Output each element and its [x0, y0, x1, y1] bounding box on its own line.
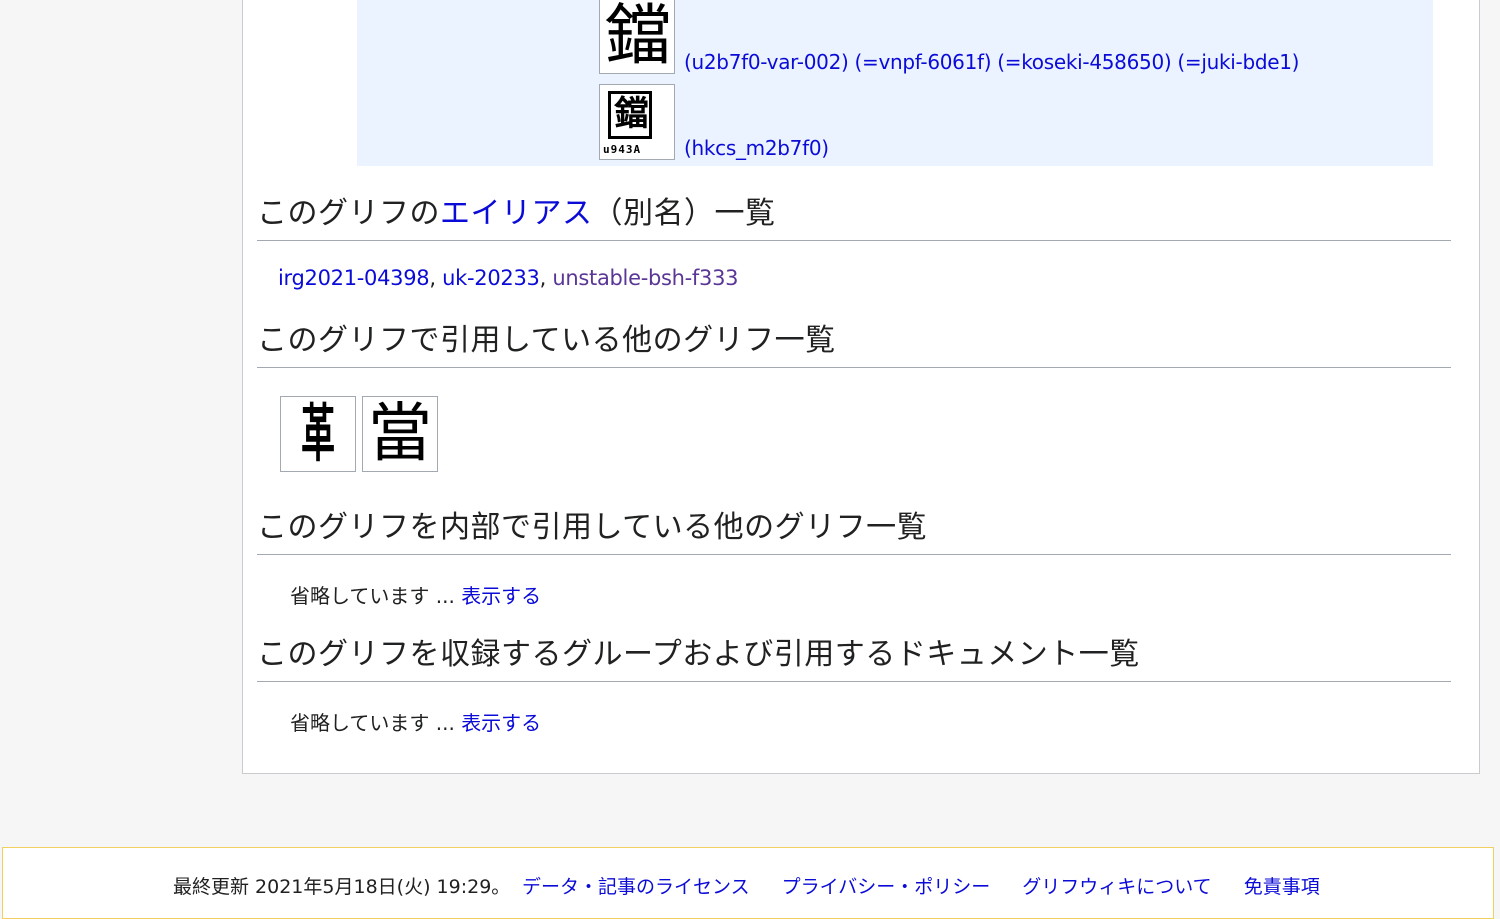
- last-modified: 最終更新 2021年5月18日(火) 19:29。: [173, 876, 511, 898]
- section-heading-alias: このグリフのエイリアス（別名）一覧: [257, 194, 1451, 241]
- variant-row: 鐺 (u2b7f0-var-002) (=vnpf-6061f) (=koseki-…: [599, 0, 1305, 74]
- referenced-glyph[interactable]: 當: [362, 396, 438, 472]
- variant-glyph-image[interactable]: 鐺 u943A: [599, 84, 675, 160]
- footer-link-license[interactable]: データ・記事のライセンス: [522, 872, 750, 899]
- alias-help-link[interactable]: エイリアス: [440, 196, 593, 231]
- variant-link[interactable]: (=koseki-458650): [997, 50, 1171, 74]
- referenced-glyph[interactable]: 革: [280, 396, 356, 472]
- section-heading-groups: このグリフを収録するグループおよび引用するドキュメント一覧: [257, 635, 1451, 682]
- omitted-notice: 省略しています ... 表示する: [290, 584, 542, 608]
- variant-links: (hkcs_m2b7f0): [684, 136, 835, 160]
- variant-glyph-image[interactable]: 鐺: [599, 0, 675, 74]
- section-heading-referenced-by: このグリフを内部で引用している他のグリフ一覧: [257, 508, 1451, 555]
- show-groups-link[interactable]: 表示する: [461, 711, 541, 735]
- footer: 最終更新 2021年5月18日(火) 19:29。 データ・記事のライセンス プ…: [2, 847, 1494, 919]
- footer-link-privacy[interactable]: プライバシー・ポリシー: [782, 872, 991, 899]
- variant-link[interactable]: (u2b7f0-var-002): [684, 50, 849, 74]
- show-referenced-by-link[interactable]: 表示する: [461, 584, 541, 608]
- section-heading-references: このグリフで引用している他のグリフ一覧: [257, 321, 1451, 368]
- variant-row: 鐺 u943A (hkcs_m2b7f0): [599, 84, 835, 160]
- alias-link[interactable]: uk-20233: [442, 266, 540, 290]
- footer-link-disclaimer[interactable]: 免責事項: [1244, 872, 1320, 899]
- content-area: 鐺 (u2b7f0-var-002) (=vnpf-6061f) (=koseki-…: [242, 0, 1480, 774]
- variant-links: (u2b7f0-var-002) (=vnpf-6061f) (=koseki-45…: [684, 50, 1305, 74]
- alias-list: irg2021-04398, uk-20233, unstable-bsh-f3…: [278, 266, 739, 290]
- alias-link[interactable]: unstable-bsh-f333: [552, 266, 738, 290]
- footer-links: データ・記事のライセンス プライバシー・ポリシー グリフウィキについて 免責事項: [522, 872, 1320, 899]
- referenced-glyph-list: 革 當: [280, 396, 438, 472]
- variant-link[interactable]: (hkcs_m2b7f0): [684, 136, 829, 160]
- footer-link-about[interactable]: グリフウィキについて: [1022, 872, 1211, 899]
- alias-link[interactable]: irg2021-04398: [278, 266, 430, 290]
- variant-link[interactable]: (=juki-bde1): [1177, 50, 1299, 74]
- variant-link[interactable]: (=vnpf-6061f): [855, 50, 992, 74]
- omitted-notice: 省略しています ... 表示する: [290, 711, 542, 735]
